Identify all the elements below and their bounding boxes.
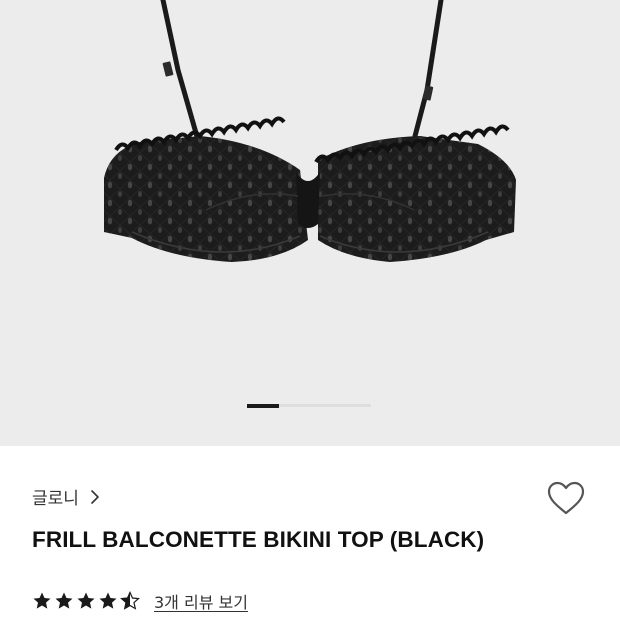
chevron-right-icon bbox=[91, 489, 99, 504]
carousel-progress bbox=[247, 403, 371, 408]
star-rating bbox=[32, 591, 140, 611]
heart-outline-icon[interactable] bbox=[546, 479, 586, 519]
star-icon bbox=[77, 592, 95, 609]
star-icon bbox=[33, 592, 51, 609]
star-half-icon bbox=[120, 591, 140, 610]
product-image bbox=[104, 0, 516, 262]
product-image-gallery[interactable] bbox=[0, 0, 620, 446]
product-title: FRILL BALCONETTE BIKINI TOP (BLACK) bbox=[32, 527, 485, 552]
brand-name: 글로니 bbox=[32, 489, 79, 509]
review-link[interactable]: 3개 리뷰 보기 bbox=[154, 589, 248, 613]
brand-link[interactable]: 글로니 bbox=[32, 484, 103, 509]
rating-row: 3개 리뷰 보기 bbox=[32, 589, 248, 613]
carousel-progress-indicator bbox=[247, 403, 279, 408]
star-icon bbox=[99, 592, 117, 609]
star-icon bbox=[55, 592, 73, 609]
